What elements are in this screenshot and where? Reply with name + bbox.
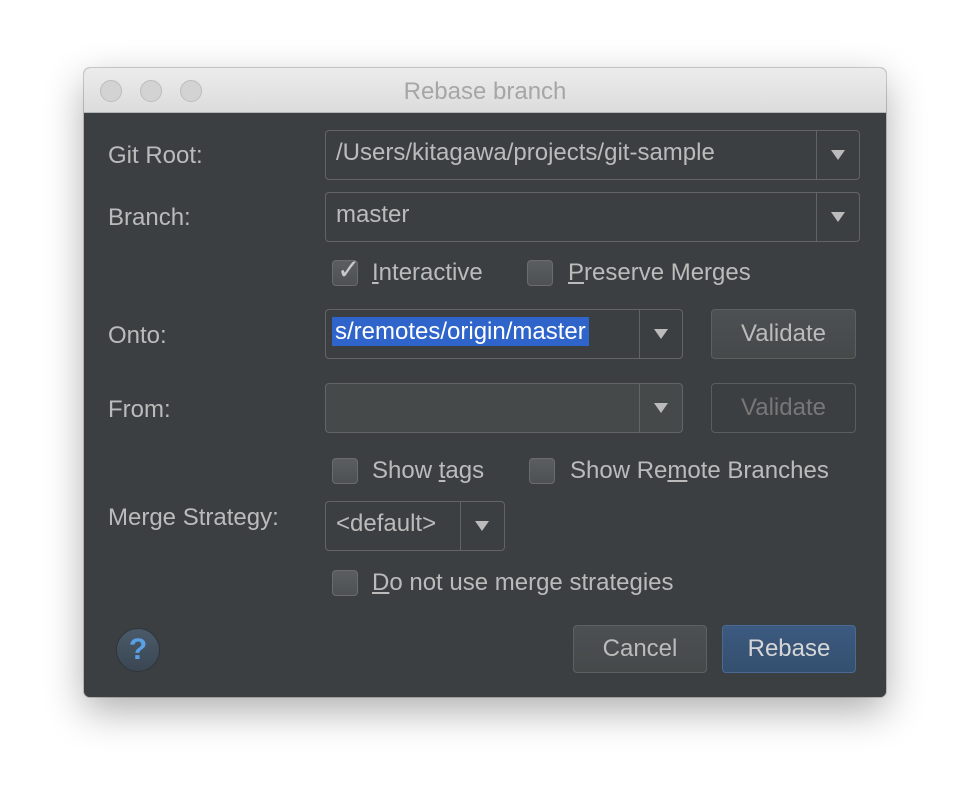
onto-combo[interactable]: s/remotes/origin/master [325, 309, 683, 359]
git-root-combo[interactable]: /Users/kitagawa/projects/git-sample [325, 130, 860, 180]
git-root-label: Git Root: [108, 142, 203, 169]
cancel-button[interactable]: Cancel [573, 625, 707, 673]
onto-dropdown-arrow[interactable] [640, 310, 682, 358]
chevron-down-icon [475, 521, 489, 531]
show-tags-checkbox[interactable] [332, 458, 358, 484]
branch-combo[interactable]: master [325, 192, 860, 242]
chevron-down-icon [831, 212, 845, 222]
from-validate-button[interactable]: Validate [711, 383, 856, 433]
onto-label: Onto: [108, 322, 167, 349]
merge-strategy-combo[interactable]: <default> [325, 501, 505, 551]
question-mark-icon: ? [128, 633, 148, 666]
onto-validate-button[interactable]: Validate [711, 309, 856, 359]
preserve-merges-label[interactable]: Preserve Merges [568, 259, 751, 287]
dialog-content: Git Root: /Users/kitagawa/projects/git-s… [84, 113, 886, 697]
branch-label: Branch: [108, 204, 191, 231]
window-title: Rebase branch [403, 78, 567, 105]
from-label: From: [108, 396, 171, 423]
rebase-button[interactable]: Rebase [722, 625, 856, 673]
chevron-down-icon [654, 329, 668, 339]
show-remote-branches-label[interactable]: Show Remote Branches [570, 457, 829, 485]
merge-strategy-label: Merge Strategy: [108, 504, 279, 531]
from-combo[interactable] [325, 383, 683, 433]
chevron-down-icon [654, 403, 668, 413]
merge-strategy-dropdown-arrow[interactable] [461, 502, 503, 550]
git-root-value: /Users/kitagawa/projects/git-sample [336, 139, 715, 166]
no-merge-strategies-checkbox[interactable] [332, 570, 358, 596]
onto-input[interactable]: s/remotes/origin/master [332, 317, 589, 346]
branch-dropdown-arrow[interactable] [817, 193, 859, 241]
help-button[interactable]: ? [116, 628, 160, 672]
from-dropdown-arrow[interactable] [640, 384, 682, 432]
show-tags-label[interactable]: Show tags [372, 457, 484, 485]
interactive-label[interactable]: Interactive [372, 259, 483, 287]
checkmark-icon: ✓ [337, 254, 361, 285]
no-merge-strategies-label[interactable]: Do not use merge strategies [372, 569, 674, 597]
title-bar: Rebase branch [84, 68, 886, 113]
git-root-dropdown-arrow[interactable] [817, 131, 859, 179]
onto-selected-text: s/remotes/origin/master [332, 317, 589, 346]
merge-strategy-value: <default> [336, 510, 437, 537]
interactive-checkbox[interactable]: ✓ [332, 255, 360, 286]
rebase-branch-dialog: Rebase branch Git Root: /Users/kitagawa/… [84, 68, 886, 697]
chevron-down-icon [831, 150, 845, 160]
preserve-merges-checkbox[interactable] [527, 260, 553, 286]
show-remote-branches-checkbox[interactable] [529, 458, 555, 484]
branch-value: master [336, 201, 410, 228]
